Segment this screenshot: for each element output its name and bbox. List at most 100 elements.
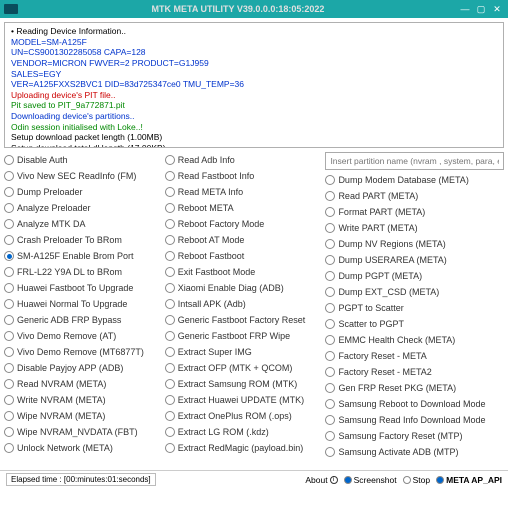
maximize-button[interactable]: ▢ [474,3,488,15]
option-radio[interactable]: Crash Preloader To BRom [4,232,163,248]
option-radio[interactable]: Write PART (META) [325,220,504,236]
option-radio[interactable]: Generic Fastboot FRP Wipe [165,328,324,344]
radio-icon [165,171,175,181]
option-radio[interactable]: PGPT to Scatter [325,300,504,316]
option-radio[interactable]: EMMC Health Check (META) [325,332,504,348]
option-radio[interactable]: Factory Reset - META [325,348,504,364]
option-radio[interactable]: Read META Info [165,184,324,200]
option-radio[interactable]: Huawei Fastboot To Upgrade [4,280,163,296]
option-radio[interactable]: Disable Auth [4,152,163,168]
option-radio[interactable]: Huawei Normal To Upgrade [4,296,163,312]
radio-icon [4,379,14,389]
log-line: MODEL=SM-A125F [11,37,497,48]
option-radio[interactable]: Gen FRP Reset PKG (META) [325,380,504,396]
option-radio[interactable]: Dump Preloader [4,184,163,200]
option-radio[interactable]: Samsung Factory Reset (MTP) [325,428,504,444]
option-radio[interactable]: Disable Payjoy APP (ADB) [4,360,163,376]
option-radio[interactable]: Scatter to PGPT [325,316,504,332]
screenshot-radio[interactable]: Screenshot [344,475,397,485]
radio-icon [165,443,175,453]
minimize-button[interactable]: — [458,3,472,15]
app-logo-icon [4,4,18,14]
option-label: Read META Info [178,187,243,197]
option-label: Samsung Activate ADB (MTP) [338,447,458,457]
option-radio[interactable]: Extract OFP (MTK + QCOM) [165,360,324,376]
radio-icon [325,447,335,457]
option-radio[interactable]: Write NVRAM (META) [4,392,163,408]
option-radio[interactable]: Read Adb Info [165,152,324,168]
option-radio[interactable]: Read NVRAM (META) [4,376,163,392]
option-radio[interactable]: Format PART (META) [325,204,504,220]
option-radio[interactable]: Extract RedMagic (payload.bin) [165,440,324,456]
option-radio[interactable]: Unlock Network (META) [4,440,163,456]
option-radio[interactable]: Extract Super IMG [165,344,324,360]
radio-icon [4,267,14,277]
option-radio[interactable]: Exit Fastboot Mode [165,264,324,280]
radio-icon [4,411,14,421]
options-column-2: Read Adb InfoRead Fastboot Info Read META… [165,152,324,470]
option-label: EMMC Health Check (META) [338,335,455,345]
option-label: Format PART (META) [338,207,425,217]
option-radio[interactable]: Reboot AT Mode [165,232,324,248]
radio-icon [325,399,335,409]
option-radio[interactable]: Dump PGPT (META) [325,268,504,284]
option-radio[interactable]: Reboot Factory Mode [165,216,324,232]
radio-icon [165,331,175,341]
option-radio[interactable]: Read Fastboot Info [165,168,324,184]
option-radio[interactable]: Analyze MTK DA [4,216,163,232]
option-radio[interactable]: Intsall APK (Adb) [165,296,324,312]
option-radio[interactable]: Wipe NVRAM_NVDATA (FBT) [4,424,163,440]
option-radio[interactable]: Generic ADB FRP Bypass [4,312,163,328]
option-label: Reboot Fastboot [178,251,245,261]
option-radio[interactable]: Wipe NVRAM (META) [4,408,163,424]
radio-icon [4,299,14,309]
option-label: Scatter to PGPT [338,319,404,329]
option-radio[interactable]: Extract OnePlus ROM (.ops) [165,408,324,424]
option-radio[interactable]: Dump EXT_CSD (META) [325,284,504,300]
option-radio[interactable]: SM-A125F Enable Brom Port [4,248,163,264]
option-radio[interactable]: Extract LG ROM (.kdz) [165,424,324,440]
option-radio[interactable]: Samsung Activate ADB (MTP) [325,444,504,460]
log-line: VENDOR=MICRON FWVER=2 PRODUCT=G1J959 [11,58,497,69]
about-link[interactable]: About i [305,475,337,485]
option-radio[interactable]: Extract Samsung ROM (MTK) [165,376,324,392]
option-label: Dump PGPT (META) [338,271,422,281]
option-label: Exit Fastboot Mode [178,267,256,277]
option-radio[interactable]: Xiaomi Enable Diag (ADB) [165,280,324,296]
option-radio[interactable]: Factory Reset - META2 [325,364,504,380]
option-radio[interactable]: Read PART (META) [325,188,504,204]
radio-icon [4,443,14,453]
option-label: Read NVRAM (META) [17,379,106,389]
radio-icon [325,191,335,201]
option-radio[interactable]: Samsung Reboot to Download Mode [325,396,504,412]
option-radio[interactable]: Extract Huawei UPDATE (MTK) [165,392,324,408]
option-radio[interactable]: Vivo New SEC ReadInfo (FM) [4,168,163,184]
options-column-1: Disable AuthVivo New SEC ReadInfo (FM)Du… [4,152,163,470]
radio-icon [165,251,175,261]
radio-icon [4,251,14,261]
api-radio[interactable]: META AP_API [436,475,502,485]
partition-search-input[interactable] [325,152,504,170]
option-label: Analyze MTK DA [17,219,86,229]
option-radio[interactable]: Samsung Read Info Download Mode [325,412,504,428]
option-radio[interactable]: Vivo Demo Remove (AT) [4,328,163,344]
option-radio[interactable]: Dump USERAREA (META) [325,252,504,268]
stop-radio[interactable]: Stop [403,475,431,485]
radio-icon [325,351,335,361]
info-icon: i [330,476,338,484]
option-radio[interactable]: Analyze Preloader [4,200,163,216]
radio-icon [325,431,335,441]
option-radio[interactable]: Dump Modem Database (META) [325,172,504,188]
option-label: Samsung Read Info Download Mode [338,415,485,425]
option-radio[interactable]: Generic Fastboot Factory Reset [165,312,324,328]
option-radio[interactable]: Reboot Fastboot [165,248,324,264]
option-radio[interactable]: Reboot META [165,200,324,216]
close-button[interactable]: ✕ [490,3,504,15]
radio-icon [325,287,335,297]
option-radio[interactable]: Vivo Demo Remove (MT6877T) [4,344,163,360]
radio-icon [165,395,175,405]
option-radio[interactable]: Dump NV Regions (META) [325,236,504,252]
radio-icon [165,187,175,197]
option-radio[interactable]: FRL-L22 Y9A DL to BRom [4,264,163,280]
radio-icon [325,223,335,233]
